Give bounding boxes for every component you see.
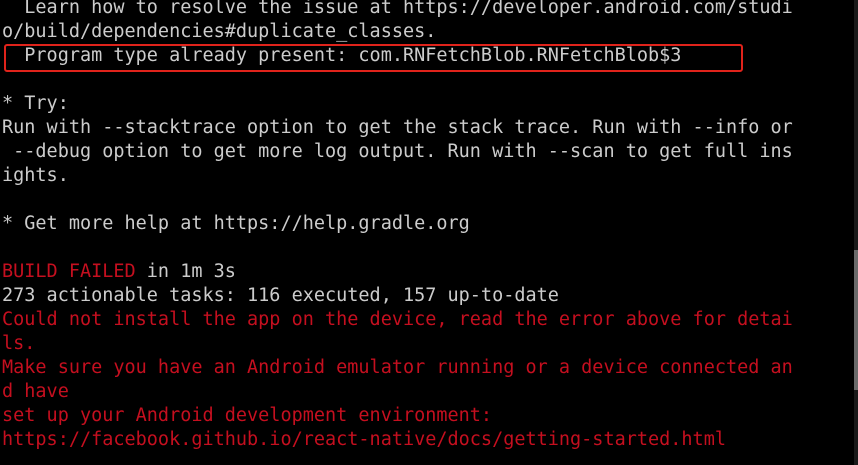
log-line-duplicate-class-error: Program type already present: com.RNFetc… [2,45,682,66]
build-duration: in 1m 3s [135,261,236,282]
log-line-error: ls. [2,333,36,354]
log-line-error: set up your Android development environm… [2,405,493,426]
build-failed-label: BUILD FAILED [2,261,136,282]
log-line-error: d have [2,381,69,402]
log-line-task-summary: 273 actionable tasks: 116 executed, 157 … [2,285,559,306]
log-line: --debug option to get more log output. R… [2,141,793,162]
log-line: o/build/dependencies#duplicate_classes. [2,21,437,42]
log-line-error-link: https://facebook.github.io/react-native/… [2,429,726,450]
log-line-error: Could not install the app on the device,… [2,309,793,330]
terminal-window[interactable]: Learn how to resolve the issue at https:… [0,0,858,465]
log-line: Learn how to resolve the issue at https:… [2,0,793,18]
scrollbar-thumb[interactable] [854,250,858,390]
vertical-scrollbar[interactable] [854,0,858,465]
log-line-error: Make sure you have an Android emulator r… [2,357,793,378]
terminal-output: Learn how to resolve the issue at https:… [2,0,854,465]
log-line-build-status: BUILD FAILED in 1m 3s [2,260,854,284]
log-line-help-link: * Get more help at https://help.gradle.o… [2,213,470,234]
log-line: Run with --stacktrace option to get the … [2,117,793,138]
log-line-try-heading: * Try: [2,93,69,114]
log-line: ights. [2,165,69,186]
